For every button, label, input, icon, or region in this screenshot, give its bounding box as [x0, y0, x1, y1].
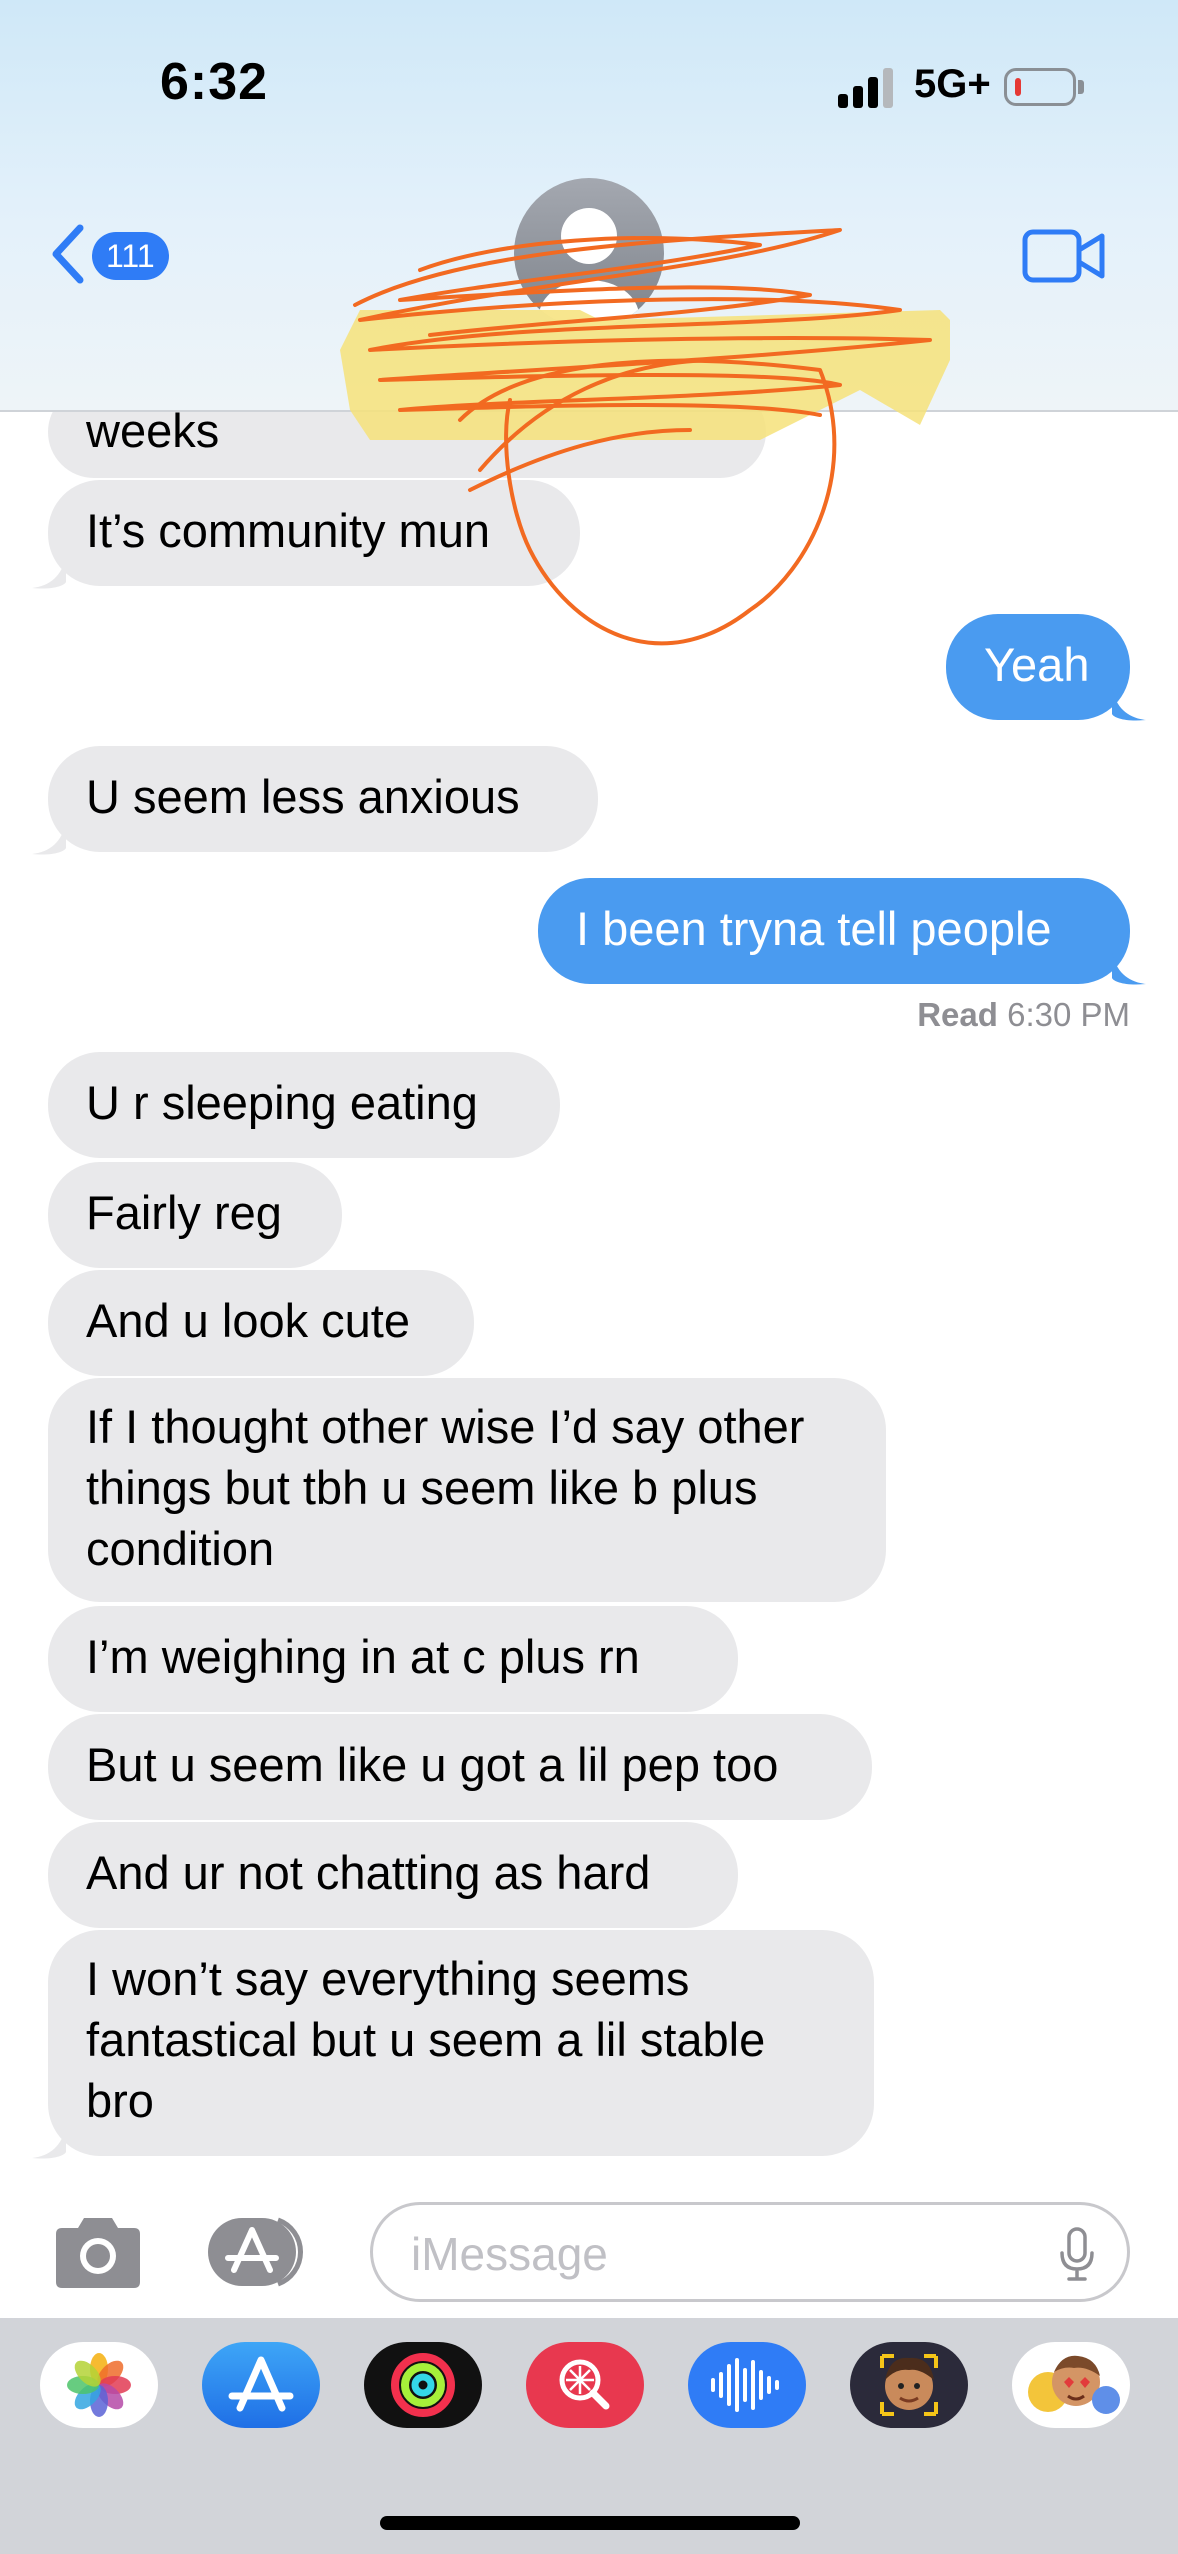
person-icon: [539, 208, 639, 328]
battery-nub: [1078, 80, 1084, 94]
bubble-tail: [32, 556, 66, 589]
camera-button[interactable]: [50, 2212, 146, 2292]
activity-icon[interactable]: [364, 2342, 482, 2428]
received-message[interactable]: If I thought other wise I’d say other th…: [48, 1378, 886, 1602]
imessage-input[interactable]: iMessage: [370, 2202, 1130, 2302]
bubble-tail: [1112, 688, 1146, 721]
unread-count-badge: 111: [92, 232, 169, 280]
received-message[interactable]: U seem less anxious: [48, 746, 598, 852]
bubble-tail: [32, 822, 66, 855]
chevron-left-icon: [52, 224, 84, 284]
read-label: Read: [917, 996, 998, 1033]
animoji-stickers-icon[interactable]: [1012, 2342, 1130, 2428]
received-message[interactable]: I won’t say everything seems fantastical…: [48, 1930, 874, 2156]
cellular-signal-icon: [838, 68, 898, 108]
received-message[interactable]: And ur not chatting as hard: [48, 1822, 738, 1928]
bubble-tail: [32, 2126, 66, 2159]
battery-level: [1015, 78, 1021, 96]
bubble-tail: [1112, 952, 1146, 985]
camera-icon: [56, 2218, 140, 2288]
received-message[interactable]: And u look cute: [48, 1270, 474, 1376]
received-message[interactable]: U r sleeping eating: [48, 1052, 560, 1158]
read-time: 6:30 PM: [1007, 996, 1130, 1033]
app-store-icon[interactable]: [202, 2342, 320, 2428]
sent-message[interactable]: Yeah: [946, 614, 1130, 720]
home-indicator[interactable]: [380, 2516, 800, 2530]
read-receipt: Read 6:30 PM: [917, 996, 1130, 1034]
audio-message-icon[interactable]: [688, 2342, 806, 2428]
image-search-icon[interactable]: [526, 2342, 644, 2428]
photos-icon[interactable]: [40, 2342, 158, 2428]
app-store-apps-button[interactable]: [206, 2214, 318, 2290]
sent-message[interactable]: I been tryna tell people: [538, 878, 1130, 984]
facetime-video-button[interactable]: [1022, 226, 1106, 286]
conversation-header: 6:32 5G+ 111: [0, 0, 1178, 412]
received-message[interactable]: Fairly reg: [48, 1162, 342, 1268]
status-time: 6:32: [160, 53, 269, 111]
received-message[interactable]: I’m weighing in at c plus rn: [48, 1606, 738, 1712]
contact-avatar[interactable]: [514, 178, 664, 328]
microphone-icon[interactable]: [1057, 2227, 1097, 2283]
battery-icon: [1004, 68, 1076, 106]
received-message[interactable]: But u seem like u got a lil pep too: [48, 1714, 872, 1820]
received-message[interactable]: It’s community mun: [48, 480, 580, 586]
imessage-placeholder: iMessage: [411, 2228, 608, 2280]
memoji-icon[interactable]: [850, 2342, 968, 2428]
back-button[interactable]: 111: [48, 218, 178, 290]
network-type: 5G+: [914, 62, 991, 106]
apps-icon: [208, 2217, 304, 2287]
video-camera-icon: [1022, 229, 1105, 283]
